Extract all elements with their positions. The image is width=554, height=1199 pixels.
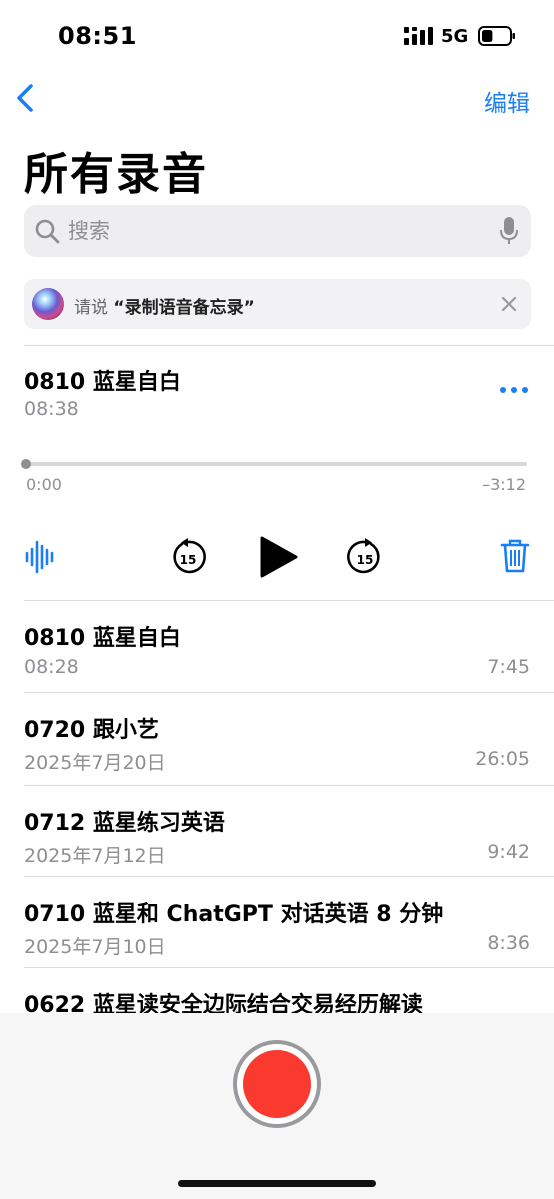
playback-scrubber[interactable] [21, 459, 527, 469]
play-icon[interactable] [258, 534, 298, 580]
elapsed-time: 0:00 [26, 475, 62, 494]
battery-icon [478, 26, 515, 46]
microphone-icon[interactable] [499, 216, 519, 246]
recording-row[interactable]: 0720 跟小艺 2025年7月20日 26:05 [0, 694, 554, 786]
record-button[interactable] [233, 1040, 321, 1128]
recording-duration: 7:45 [487, 656, 530, 678]
recording-date: 08:28 [24, 656, 79, 678]
trash-icon[interactable] [500, 538, 530, 574]
back-button[interactable] [8, 78, 42, 118]
expanded-recording-title[interactable]: 0810 蓝星自白 [24, 364, 181, 396]
expanded-recording-date: 08:38 [24, 398, 79, 420]
siri-tip-phrase: “录制语音备忘录” [113, 298, 255, 318]
status-bar: 08:51 5G [0, 0, 554, 70]
divider [24, 345, 554, 346]
siri-tip-text: 请说 “录制语音备忘录” [74, 293, 255, 318]
siri-tip-prefix: 请说 [74, 298, 108, 318]
recording-date: 2025年7月10日 [24, 936, 166, 958]
siri-suggestion-banner[interactable]: 请说 “录制语音备忘录” [24, 279, 531, 329]
recording-row[interactable]: 0710 蓝星和 ChatGPT 对话英语 8 分钟 2025年7月10日 8:… [0, 878, 554, 970]
recording-title: 0720 跟小艺 [24, 718, 159, 743]
record-dot [243, 1050, 311, 1118]
home-indicator[interactable] [178, 1180, 376, 1187]
divider [24, 876, 554, 877]
skip-forward-15-icon[interactable]: 15 [347, 538, 383, 576]
page-title: 所有录音 [24, 149, 208, 200]
search-bar[interactable] [24, 205, 531, 257]
close-icon[interactable] [499, 294, 519, 314]
recording-duration: 8:36 [487, 932, 530, 954]
recording-title: 0810 蓝星自白 [24, 626, 181, 651]
recording-row[interactable]: 0712 蓝星练习英语 2025年7月12日 9:42 [0, 787, 554, 879]
waveform-icon[interactable] [24, 540, 56, 574]
divider [24, 967, 554, 968]
skip-back-seconds: 15 [180, 553, 197, 567]
cellular-signal-icon [404, 27, 433, 45]
recording-title: 0710 蓝星和 ChatGPT 对话英语 8 分钟 [24, 902, 444, 927]
recording-date: 2025年7月12日 [24, 845, 166, 867]
search-input[interactable] [68, 215, 468, 247]
skip-forward-seconds: 15 [357, 553, 374, 567]
search-icon [35, 219, 60, 244]
recording-duration: 9:42 [487, 841, 530, 863]
recording-row[interactable]: 0810 蓝星自白 08:28 7:45 [0, 602, 554, 694]
skip-back-15-icon[interactable]: 15 [170, 538, 206, 576]
recording-date: 2025年7月20日 [24, 752, 166, 774]
recording-title: 0712 蓝星练习英语 [24, 811, 225, 836]
more-options-icon[interactable] [498, 380, 530, 400]
siri-icon [32, 288, 64, 320]
divider [24, 785, 554, 786]
divider [24, 692, 554, 693]
recording-duration: 26:05 [475, 748, 530, 770]
status-time: 08:51 [58, 22, 137, 50]
voice-memos-screen: 08:51 5G 编辑 所有录音 搜索 请说 “录制语音备忘录” 0810 蓝星… [0, 0, 554, 1199]
edit-button[interactable]: 编辑 [484, 84, 530, 118]
network-type: 5G [441, 26, 469, 47]
divider [24, 600, 554, 601]
remaining-time: –3:12 [482, 475, 526, 494]
scrubber-handle[interactable] [21, 459, 31, 469]
chevron-left-icon [17, 84, 33, 112]
record-tray [0, 1013, 554, 1199]
